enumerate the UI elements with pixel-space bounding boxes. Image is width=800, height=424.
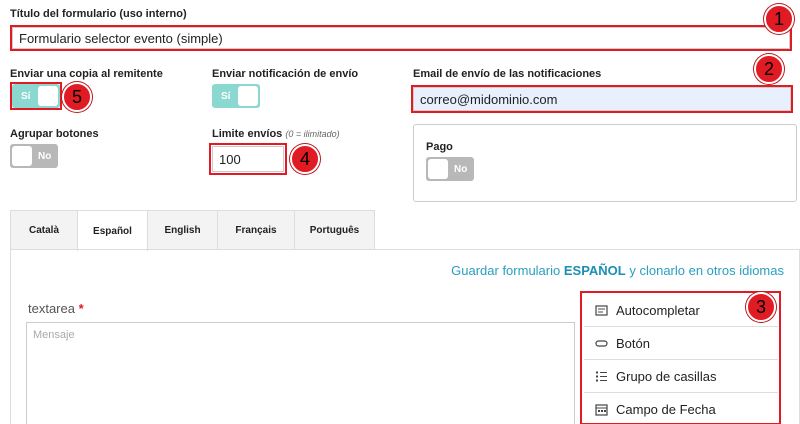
- send-limit-hint: (0 = ilimitado): [285, 129, 340, 139]
- toggle-knob: [12, 146, 32, 166]
- send-notification-label: Enviar notificación de envío: [212, 68, 359, 80]
- language-tabs: Català Español English Français Portuguê…: [10, 210, 375, 251]
- group-buttons-toggle[interactable]: No: [10, 144, 58, 168]
- save-link-lang: ESPAÑOL: [563, 263, 626, 278]
- group-buttons-label: Agrupar botones: [10, 128, 99, 140]
- autocomplete-icon: [594, 303, 608, 317]
- palette-item-label: Botón: [616, 335, 650, 351]
- send-copy-label: Enviar una copia al remitente: [10, 68, 163, 80]
- message-textarea[interactable]: Mensaje: [26, 322, 575, 424]
- send-limit-label-text: Limite envíos: [212, 128, 283, 140]
- annotation-marker-4: 4: [290, 144, 320, 174]
- payment-toggle[interactable]: No: [426, 157, 474, 181]
- save-and-clone-link[interactable]: Guardar formulario ESPAÑOL y clonarlo en…: [451, 263, 784, 278]
- required-mark: *: [78, 301, 84, 316]
- annotation-marker-5: 5: [62, 82, 92, 112]
- toggle-knob: [238, 86, 258, 106]
- palette-item-checkbox-group[interactable]: Grupo de casillas: [584, 360, 778, 393]
- form-title-input[interactable]: Formulario selector evento (simple): [12, 27, 790, 49]
- textarea-label-text: textarea: [28, 301, 75, 316]
- send-copy-toggle-text: Sí: [21, 90, 31, 102]
- calendar-icon: [594, 402, 608, 416]
- send-limit-input[interactable]: 100: [212, 146, 284, 172]
- save-link-suffix: y clonarlo en otros idiomas: [625, 263, 784, 278]
- tab-portugues[interactable]: Português: [294, 210, 375, 250]
- group-buttons-toggle-text: No: [38, 150, 52, 162]
- payment-toggle-text: No: [454, 163, 468, 175]
- textarea-field-label: textarea *: [28, 301, 84, 316]
- form-title-label: Título del formulario (uso interno): [10, 8, 187, 20]
- button-icon: [594, 336, 608, 350]
- checkbox-group-icon: [594, 369, 608, 383]
- palette-item-label: Grupo de casillas: [616, 368, 717, 384]
- send-copy-toggle[interactable]: Sí: [12, 84, 60, 108]
- annotation-marker-2: 2: [754, 54, 784, 84]
- palette-item-date-field[interactable]: Campo de Fecha: [584, 393, 778, 424]
- annotation-marker-3: 3: [746, 292, 776, 322]
- save-link-prefix: Guardar formulario: [451, 263, 564, 278]
- annotation-marker-1: 1: [764, 4, 794, 34]
- palette-item-button[interactable]: Botón: [584, 327, 778, 360]
- toggle-knob: [38, 86, 58, 106]
- toggle-knob: [428, 159, 448, 179]
- tab-english[interactable]: English: [147, 210, 218, 250]
- send-notification-toggle-text: Sí: [221, 90, 231, 102]
- send-notification-toggle[interactable]: Sí: [212, 84, 260, 108]
- palette-item-label: Autocompletar: [616, 302, 700, 318]
- payment-label: Pago: [426, 141, 453, 153]
- notification-email-label: Email de envío de las notificaciones: [413, 68, 602, 80]
- send-limit-label: Limite envíos (0 = ilimitado): [212, 128, 340, 140]
- tab-espanol[interactable]: Español: [77, 210, 148, 251]
- notification-email-input[interactable]: correo@midominio.com: [413, 87, 791, 111]
- palette-item-label: Campo de Fecha: [616, 401, 716, 417]
- tab-catala[interactable]: Català: [10, 210, 78, 250]
- tab-francais[interactable]: Français: [217, 210, 295, 250]
